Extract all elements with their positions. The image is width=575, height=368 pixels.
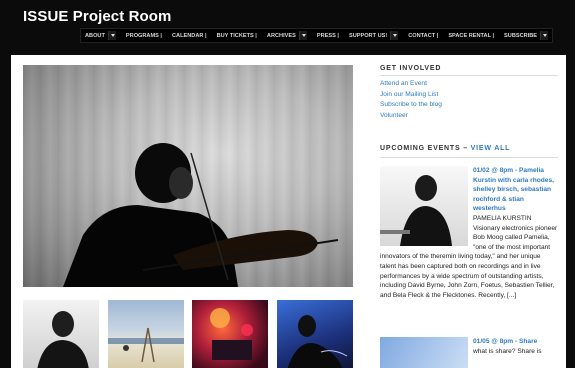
- nav-space-rental[interactable]: SPACE RENTAL |: [448, 33, 494, 39]
- nav-subscribe[interactable]: SUBSCRIBE: [504, 31, 548, 40]
- nav-buy-tickets[interactable]: BUY TICKETS |: [217, 33, 257, 39]
- nav-programs[interactable]: PROGRAMS |: [126, 33, 162, 39]
- nav-label: PROGRAMS |: [125, 32, 162, 39]
- nav-label: SUPPORT US!: [348, 32, 388, 39]
- sidebar: GET INVOLVED Attend an Event Join our Ma…: [380, 65, 558, 368]
- featured-image[interactable]: [23, 65, 353, 287]
- nav-label: SUBSCRIBE: [504, 32, 537, 39]
- thumbnail-row: [23, 300, 353, 368]
- nav-label: SPACE RENTAL |: [448, 32, 495, 39]
- view-all-link[interactable]: VIEW ALL: [471, 145, 511, 152]
- chevron-down-icon[interactable]: [298, 31, 307, 40]
- event-item: 01/02 @ 8pm - Pamelia Kurstin with carla…: [380, 166, 558, 300]
- nav-label: BUY TICKETS |: [216, 32, 257, 39]
- chevron-down-icon[interactable]: [107, 31, 116, 40]
- link-mailing-list[interactable]: Join our Mailing List: [380, 90, 558, 101]
- nav-label: CONTACT |: [408, 32, 439, 39]
- nav-calendar[interactable]: CALENDAR |: [172, 33, 207, 39]
- nav-label: CALENDAR |: [172, 32, 207, 39]
- upcoming-events-label: UPCOMING EVENTS –: [380, 145, 468, 152]
- content-area: GET INVOLVED Attend an Event Join our Ma…: [11, 55, 566, 368]
- link-attend-event[interactable]: Attend an Event: [380, 79, 558, 90]
- nav-press[interactable]: PRESS |: [317, 33, 339, 39]
- thumbnail-performer: [287, 315, 348, 368]
- nav-support[interactable]: SUPPORT US!: [348, 31, 399, 40]
- event-item: 01/05 @ 8pm - Share what is share? Share…: [380, 337, 558, 368]
- thumbnail-portrait: [37, 311, 89, 368]
- thumbnail-stage: [210, 308, 254, 360]
- thumbnail-beach: [107, 327, 184, 363]
- nav-label: ABOUT: [85, 32, 105, 39]
- event-portrait: [380, 175, 452, 246]
- site-title[interactable]: ISSUE Project Room: [23, 8, 172, 25]
- nav-label: PRESS |: [316, 32, 339, 39]
- get-involved-heading: GET INVOLVED: [380, 65, 558, 76]
- thumbnail[interactable]: [107, 300, 184, 368]
- violinist-silhouette: [63, 143, 339, 287]
- nav-contact[interactable]: CONTACT |: [408, 33, 438, 39]
- link-subscribe-blog[interactable]: Subscribe to the blog: [380, 100, 558, 111]
- get-involved-links: Attend an Event Join our Mailing List Su…: [380, 76, 558, 121]
- nav-about[interactable]: ABOUT: [85, 31, 116, 40]
- upcoming-events-heading: UPCOMING EVENTS – VIEW ALL: [380, 145, 558, 158]
- thumbnail[interactable]: [23, 300, 99, 368]
- nav-archives[interactable]: ARCHIVES: [267, 31, 307, 40]
- chevron-down-icon[interactable]: [390, 31, 399, 40]
- thumbnail[interactable]: [192, 300, 269, 368]
- link-volunteer[interactable]: Volunteer: [380, 111, 558, 122]
- chevron-down-icon[interactable]: [540, 31, 548, 40]
- thumbnail[interactable]: [276, 300, 353, 368]
- event-image[interactable]: [380, 337, 468, 368]
- event-image[interactable]: [380, 166, 468, 246]
- nav-label: ARCHIVES: [266, 32, 296, 39]
- main-nav: ABOUT PROGRAMS | CALENDAR | BUY TICKETS …: [80, 28, 553, 43]
